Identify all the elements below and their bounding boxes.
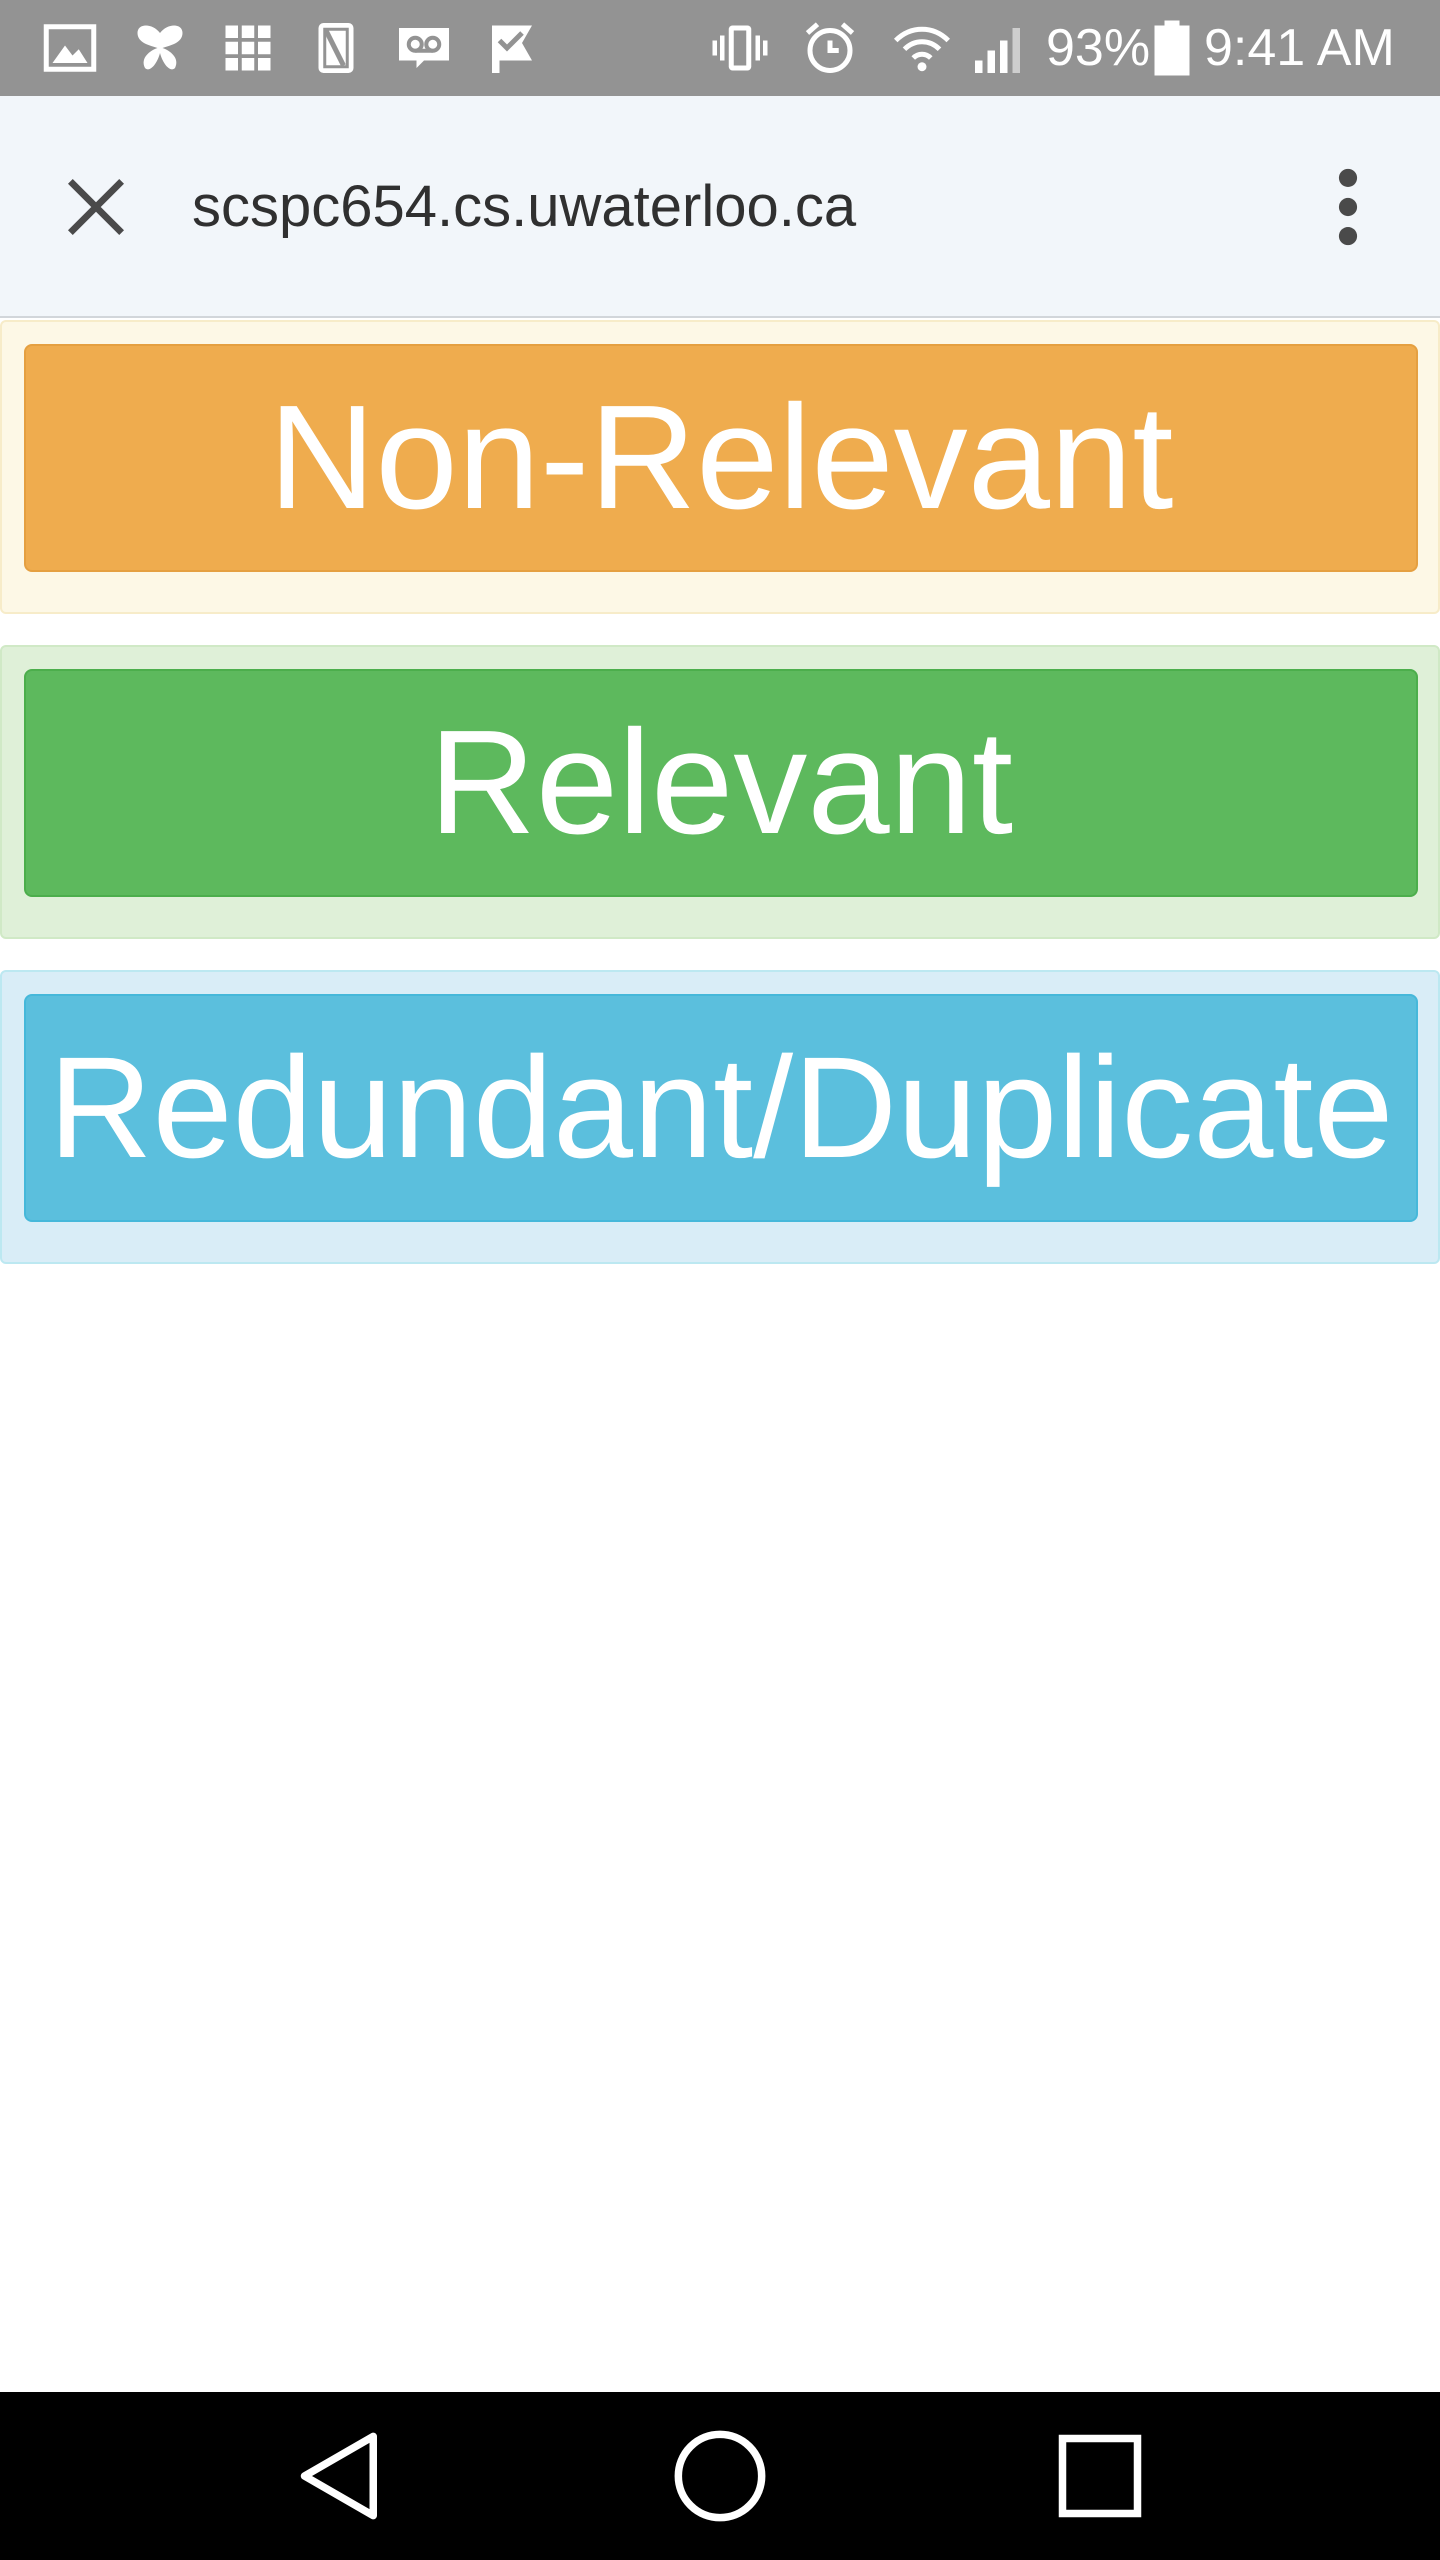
back-button[interactable] — [282, 2416, 402, 2536]
close-button[interactable] — [40, 151, 152, 263]
back-icon — [300, 2432, 377, 2520]
non-relevant-panel: Non-Relevant — [0, 320, 1440, 614]
battery-percent: 93% — [1046, 19, 1151, 77]
battery-icon — [1152, 18, 1192, 78]
redundant-duplicate-button[interactable]: Redundant/Duplicate — [24, 994, 1418, 1222]
wifi-icon — [892, 18, 952, 78]
vibrate-icon — [710, 18, 770, 78]
close-icon — [68, 179, 124, 235]
recents-button[interactable] — [1040, 2416, 1160, 2536]
sim-card-icon — [306, 18, 366, 78]
navigation-bar — [0, 2392, 1440, 2560]
check-flag-icon — [482, 18, 542, 78]
non-relevant-button[interactable]: Non-Relevant — [24, 344, 1418, 572]
recents-icon — [1058, 2434, 1142, 2518]
gallery-icon — [40, 18, 100, 78]
signal-icon — [970, 18, 1030, 78]
more-options-button[interactable] — [1292, 151, 1404, 263]
home-icon — [674, 2430, 766, 2522]
redundant-duplicate-panel: Redundant/Duplicate — [0, 970, 1440, 1264]
browser-toolbar: scspc654.cs.uwaterloo.ca — [0, 96, 1440, 318]
apps-grid-icon — [218, 18, 278, 78]
home-button[interactable] — [660, 2416, 780, 2536]
clock: 9:41 AM — [1204, 19, 1395, 77]
url-text[interactable]: scspc654.cs.uwaterloo.ca — [192, 171, 856, 243]
relevant-panel: Relevant — [0, 645, 1440, 939]
more-vert-icon — [1338, 168, 1358, 246]
voicemail-icon — [394, 18, 454, 78]
relevant-button[interactable]: Relevant — [24, 669, 1418, 897]
status-bar: 93% 9:41 AM — [0, 0, 1440, 96]
butterfly-icon — [130, 18, 190, 78]
alarm-icon — [800, 18, 860, 78]
